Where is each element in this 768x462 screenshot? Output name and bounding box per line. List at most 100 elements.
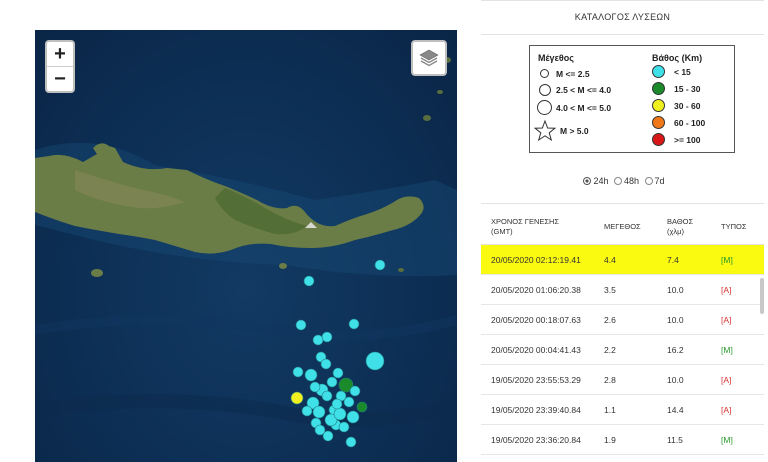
table-row[interactable]: 19/05/2020 23:55:53.29 2.8 10.0 [A] <box>481 365 764 395</box>
cell-type: [M] <box>721 255 733 265</box>
zoom-control: + − <box>45 40 75 93</box>
earthquake-marker[interactable] <box>290 391 304 405</box>
cell-time: 19/05/2020 23:55:53.29 <box>491 375 581 385</box>
layers-button[interactable] <box>411 40 447 76</box>
legend-mag-row: 2.5 < M <= 4.0 <box>556 85 612 95</box>
earthquake-marker[interactable] <box>301 405 313 417</box>
earthquake-marker[interactable] <box>331 398 343 410</box>
header-magnitude: ΜΕΓΕΘΟΣ <box>604 222 641 231</box>
table-header: ΧΡΟΝΟΣ ΓΕΝΕΣΗΣ (GMT) ΜΕΓΕΘΟΣ ΒΑΘΟΣ (χλμ)… <box>481 204 764 245</box>
header-time-line2: (GMT) <box>491 227 513 236</box>
magnitude-small-icon <box>540 69 549 78</box>
cell-depth: 16.2 <box>667 345 684 355</box>
cell-type: [A] <box>721 285 732 295</box>
cell-type: [M] <box>721 435 733 445</box>
cell-time: 20/05/2020 02:12:19.41 <box>491 255 581 265</box>
header-time: ΧΡΟΝΟΣ ΓΕΝΕΣΗΣ (GMT) <box>491 217 559 237</box>
legend-box: Μέγεθος Βάθος (Km) M <= 2.5 2.5 < M <= 4… <box>529 45 735 153</box>
cell-depth: 14.4 <box>667 405 684 415</box>
earthquake-marker[interactable] <box>348 318 360 330</box>
magnitude-medium-icon <box>539 84 551 96</box>
header-depth-line2: (χλμ) <box>667 227 685 236</box>
earthquake-marker[interactable] <box>309 381 321 393</box>
earthquake-marker[interactable] <box>292 366 304 378</box>
earthquake-marker[interactable] <box>321 390 333 402</box>
earthquake-marker[interactable] <box>365 351 385 371</box>
table-row[interactable]: 19/05/2020 23:36:20.84 1.9 11.5 [M] <box>481 425 764 455</box>
cell-magnitude: 1.1 <box>604 405 616 415</box>
cell-time: 19/05/2020 23:39:40.84 <box>491 405 581 415</box>
table-row[interactable]: 20/05/2020 00:18:07.63 2.6 10.0 [A] <box>481 305 764 335</box>
cell-time: 20/05/2020 01:06:20.38 <box>491 285 581 295</box>
earthquake-marker[interactable] <box>332 367 344 379</box>
earthquake-marker[interactable] <box>345 436 357 448</box>
cell-depth: 11.5 <box>667 435 683 445</box>
cell-time: 20/05/2020 00:04:41.43 <box>491 345 581 355</box>
earthquake-marker[interactable] <box>312 334 324 346</box>
cell-type: [A] <box>721 375 732 385</box>
cell-type: [A] <box>721 405 732 415</box>
header-type: ΤΥΠΟΣ <box>721 222 747 231</box>
radio-48h[interactable] <box>613 177 622 185</box>
map-view[interactable]: + − <box>35 30 457 462</box>
earthquake-marker[interactable] <box>320 358 332 370</box>
earthquake-marker[interactable] <box>333 407 347 421</box>
radio-24h-label[interactable]: 24h <box>593 176 608 186</box>
radio-48h-label[interactable]: 48h <box>624 176 639 186</box>
earthquake-marker[interactable] <box>314 424 326 436</box>
legend-depth-header: Βάθος (Km) <box>652 53 703 63</box>
header-time-line1: ΧΡΟΝΟΣ ΓΕΝΕΣΗΣ <box>491 217 560 226</box>
time-range-selector: 24h 48h 7d <box>481 176 764 186</box>
layers-icon <box>419 49 439 67</box>
earthquake-marker[interactable] <box>338 421 350 433</box>
earthquake-marker[interactable] <box>326 376 338 388</box>
cell-time: 20/05/2020 00:18:07.63 <box>491 315 581 325</box>
legend-depth-row: 30 - 60 <box>674 101 701 111</box>
legend-mag-row: 4.0 < M <= 5.0 <box>556 103 612 113</box>
depth-swatch-0 <box>652 65 665 78</box>
earthquake-marker[interactable] <box>374 259 386 271</box>
radio-7d-label[interactable]: 7d <box>655 176 665 186</box>
header-depth: ΒΑΘΟΣ (χλμ) <box>667 217 693 237</box>
earthquake-marker[interactable] <box>343 396 355 408</box>
table-row[interactable]: 20/05/2020 00:04:41.43 2.2 16.2 [M] <box>481 335 764 365</box>
cell-magnitude: 2.8 <box>604 375 616 385</box>
table-row[interactable]: 20/05/2020 02:12:19.41 4.4 7.4 [M] <box>481 245 764 275</box>
zoom-in-button[interactable]: + <box>47 42 73 67</box>
panel-title: ΚΑΤΑΛΟΓΟΣ ΛΥΣΕΩΝ <box>481 0 764 35</box>
cell-type: [A] <box>721 315 732 325</box>
earthquake-table: ΧΡΟΝΟΣ ΓΕΝΕΣΗΣ (GMT) ΜΕΓΕΘΟΣ ΒΑΘΟΣ (χλμ)… <box>481 203 764 455</box>
table-row[interactable]: 20/05/2020 01:06:20.38 3.5 10.0 [A] <box>481 275 764 305</box>
earthquake-marker[interactable] <box>312 405 326 419</box>
depth-swatch-2 <box>652 99 665 112</box>
cell-magnitude: 4.4 <box>604 255 616 265</box>
earthquake-marker[interactable] <box>304 368 318 382</box>
cell-depth: 10.0 <box>667 285 684 295</box>
legend-mag-row: M > 5.0 <box>560 126 589 136</box>
legend-depth-row: < 15 <box>674 67 691 77</box>
legend-depth-row: 60 - 100 <box>674 118 706 128</box>
cell-magnitude: 3.5 <box>604 285 616 295</box>
zoom-out-button[interactable]: − <box>47 67 73 91</box>
table-row[interactable]: 19/05/2020 23:39:40.84 1.1 14.4 [A] <box>481 395 764 425</box>
depth-swatch-3 <box>652 116 665 129</box>
star-icon <box>534 120 556 142</box>
legend-depth-row: >= 100 <box>674 135 701 145</box>
radio-7d[interactable] <box>644 177 653 185</box>
cell-depth: 10.0 <box>667 315 684 325</box>
table-body: 20/05/2020 02:12:19.41 4.4 7.4 [M] 20/05/202… <box>481 245 764 455</box>
radio-24h[interactable] <box>583 177 592 185</box>
legend-mag-row: M <= 2.5 <box>556 69 590 79</box>
cell-type: [M] <box>721 345 733 355</box>
legend-magnitude-header: Μέγεθος <box>538 53 574 63</box>
earthquake-marker[interactable] <box>349 385 361 397</box>
earthquake-marker[interactable] <box>356 401 368 413</box>
magnitude-large-icon <box>537 100 552 115</box>
scrollbar-thumb[interactable] <box>760 278 764 314</box>
earthquake-marker[interactable] <box>295 319 307 331</box>
earthquake-marker[interactable] <box>321 331 333 343</box>
earthquake-marker[interactable] <box>346 410 360 424</box>
earthquake-marker[interactable] <box>303 275 315 287</box>
catalog-panel: ΚΑΤΑΛΟΓΟΣ ΛΥΣΕΩΝ Μέγεθος Βάθος (Km) M <=… <box>481 0 764 462</box>
earthquake-markers[interactable] <box>35 30 457 462</box>
